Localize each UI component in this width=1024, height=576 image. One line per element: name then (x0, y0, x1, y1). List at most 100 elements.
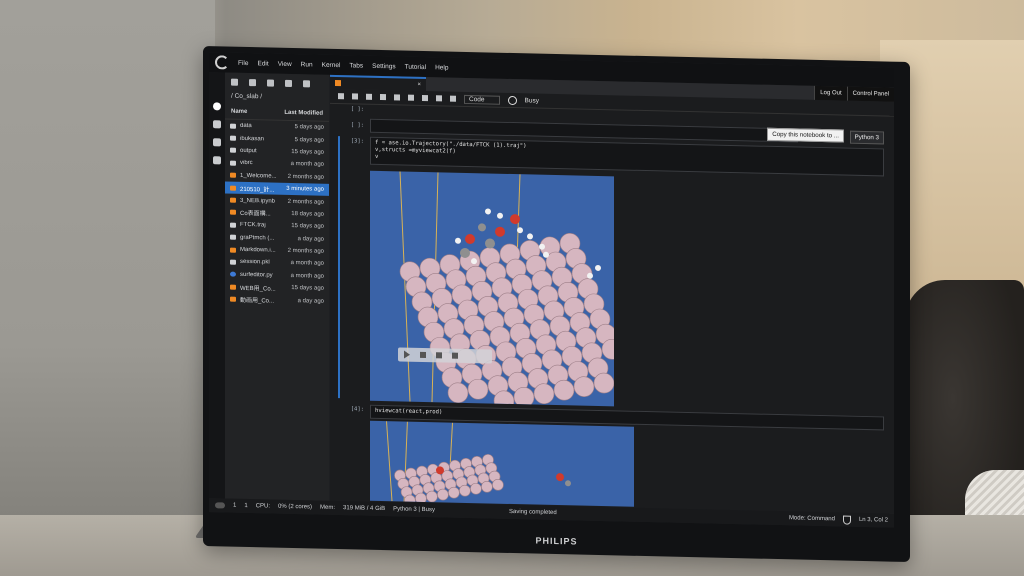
carbon-atom (478, 223, 486, 232)
file-name: 動画用_Co... (240, 297, 275, 305)
notebook-cells: [ ]: [ ]: Copy this notebook to ... Pyth… (330, 104, 894, 514)
co-atom (447, 382, 469, 404)
terminal-count: 1 (233, 502, 237, 509)
file-name: FTCK.traj (240, 222, 266, 229)
menu-file[interactable]: File (238, 59, 248, 66)
folder-icon (230, 135, 236, 141)
molecule-viewer[interactable] (370, 170, 614, 407)
file-name: data (240, 123, 252, 130)
file-browser: / Co_slab / Name Last Modified data 5 day… (225, 72, 329, 501)
kernel-status: Busy (524, 96, 539, 105)
new-launcher-icon[interactable] (249, 78, 256, 86)
cell-prompt: [ ]: (350, 122, 364, 129)
cell-type-select[interactable]: Code (464, 94, 500, 105)
monitor: File Edit View Run Kernel Tabs Settings … (203, 46, 910, 563)
stop-icon[interactable] (422, 94, 428, 102)
logout-button[interactable]: Log Out (814, 85, 847, 101)
notebook-icon (230, 296, 236, 302)
add-cell-icon[interactable] (352, 93, 358, 100)
menu-settings[interactable]: Settings (372, 62, 396, 70)
restart-icon[interactable] (436, 95, 442, 102)
tabs-icon[interactable] (213, 156, 221, 165)
file-modified: 15 days ago (291, 223, 324, 231)
cell-prompt: [ ]: (350, 106, 364, 113)
notebook-icon (230, 185, 236, 191)
co-atom (448, 486, 460, 499)
kernel-count: 1 (244, 502, 248, 510)
menu-help[interactable]: Help (435, 64, 448, 71)
kernel-indicator[interactable]: Python 3 | Busy (393, 506, 435, 513)
file-name: surfeditor.py (240, 271, 273, 279)
active-cell-indicator (338, 136, 340, 399)
notebook-panel: × Log Out Control Panel Code Busy []: [… (330, 74, 894, 514)
wall (0, 0, 215, 576)
file-modified: a month ago (290, 260, 324, 268)
trajectory-controls (398, 347, 492, 364)
git-icon[interactable] (303, 79, 310, 87)
cursor-position[interactable]: Ln 3, Col 2 (859, 517, 888, 524)
fast-forward-icon[interactable] (450, 95, 456, 102)
co-atom (513, 386, 535, 407)
stop-icon[interactable] (436, 352, 442, 359)
jupyter-logo-icon (215, 55, 229, 70)
co-atom (593, 372, 614, 394)
file-row[interactable]: 動画用_Co... a day ago (225, 293, 329, 308)
hydrogen-atom (485, 208, 491, 215)
folder-icon (230, 148, 236, 154)
run-icon[interactable] (408, 94, 414, 101)
refresh-icon[interactable] (285, 79, 292, 87)
file-modified: a day ago (297, 235, 324, 243)
play-icon[interactable] (404, 350, 410, 359)
notebook-icon (230, 172, 236, 178)
commands-icon[interactable] (213, 120, 221, 129)
cut-icon[interactable] (366, 93, 372, 100)
property-inspector-icon[interactable] (213, 138, 221, 147)
cpu-label: CPU: (255, 503, 271, 510)
oxygen-atom (465, 234, 475, 245)
molecule-viewer-2[interactable] (370, 420, 634, 507)
save-icon[interactable] (338, 93, 344, 100)
save-status: Saving completed (509, 508, 557, 517)
notebook-icon (230, 284, 236, 290)
file-name: 210510_計... (240, 186, 275, 194)
file-modified: a day ago (297, 297, 324, 305)
cell-edge (386, 421, 393, 502)
menu-tabs[interactable]: Tabs (349, 62, 363, 69)
menu-view[interactable]: View (278, 60, 292, 67)
co-atom (481, 480, 493, 493)
tab-close-button[interactable]: × (417, 82, 421, 88)
column-last-modified[interactable]: Last Modified (284, 110, 323, 117)
copy-notebook-button[interactable]: Copy this notebook to ... (767, 127, 844, 143)
shield-icon (842, 515, 851, 525)
file-name: graPtmch (... (240, 234, 275, 242)
repeat-icon[interactable] (452, 352, 458, 359)
control-panel-button[interactable]: Control Panel (846, 86, 894, 102)
file-list: data 5 days ago ibukasan 5 days ago output 15… (225, 119, 329, 307)
atoms-render-2 (386, 421, 571, 507)
pause-icon[interactable] (420, 351, 426, 359)
oxygen-atom (556, 473, 564, 482)
paste-icon[interactable] (394, 94, 400, 101)
code-cell-active[interactable]: [3]: f = ase.io.Trajectory("./data/FTCK … (336, 136, 888, 411)
kernel-status-icon (507, 95, 517, 105)
running-icon[interactable] (213, 102, 221, 111)
hydrogen-atom (455, 237, 461, 244)
file-icon (230, 222, 236, 228)
simple-mode-toggle[interactable] (215, 502, 225, 509)
screen: File Edit View Run Kernel Tabs Settings … (209, 52, 894, 528)
file-name: Co表面構... (240, 211, 271, 218)
code-cell[interactable]: [4]: hviewcat(react,prod) (336, 404, 888, 507)
copy-icon[interactable] (380, 94, 386, 101)
menu-edit[interactable]: Edit (257, 60, 268, 67)
file-modified: 15 days ago (291, 148, 324, 156)
folder-icon (230, 160, 236, 166)
activity-bar (209, 72, 225, 499)
menu-run[interactable]: Run (301, 61, 313, 68)
notebook-tab[interactable]: × (330, 74, 426, 92)
menu-tutorial[interactable]: Tutorial (405, 63, 426, 70)
column-name[interactable]: Name (231, 109, 247, 115)
new-folder-icon[interactable] (231, 78, 238, 86)
upload-icon[interactable] (267, 78, 274, 87)
menu-kernel[interactable]: Kernel (322, 61, 341, 68)
kernel-name-button[interactable]: Python 3 (849, 130, 884, 145)
